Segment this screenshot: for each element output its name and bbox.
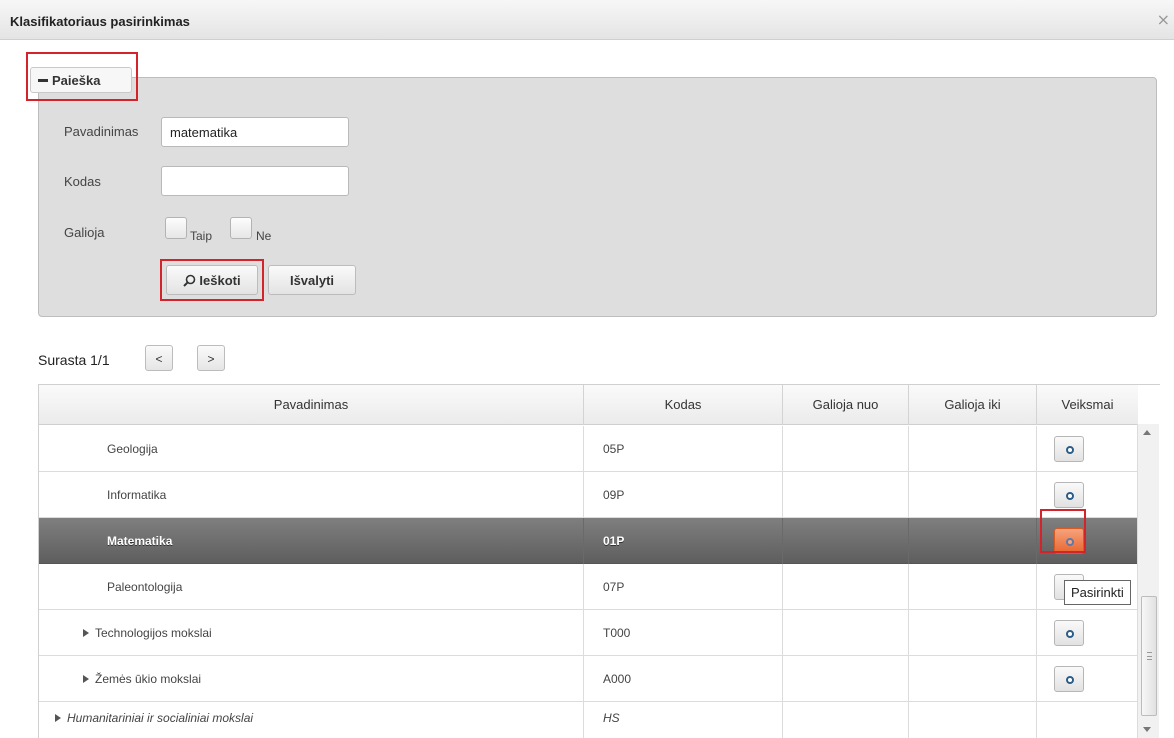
- cell-valid-from: [783, 518, 909, 564]
- header-valid-from[interactable]: Galioja nuo: [783, 385, 909, 425]
- expand-icon[interactable]: [83, 675, 89, 683]
- header-code[interactable]: Kodas: [584, 385, 783, 425]
- valid-yes-checkbox[interactable]: [165, 217, 187, 239]
- cell-valid-from: [783, 610, 909, 656]
- cell-name-text: Technologijos mokslai: [95, 626, 212, 640]
- grid-header: Pavadinimas Kodas Galioja nuo Galioja ik…: [39, 385, 1138, 425]
- name-label: Pavadinimas: [64, 124, 139, 139]
- cell-name: Humanitariniai ir socialiniai mokslai: [39, 702, 584, 738]
- results-grid: Pavadinimas Kodas Galioja nuo Galioja ik…: [38, 384, 1160, 738]
- valid-no-checkbox[interactable]: [230, 217, 252, 239]
- circle-dot-icon: [1066, 676, 1074, 684]
- cell-code: 05P: [584, 426, 783, 472]
- vertical-scrollbar[interactable]: [1137, 424, 1159, 738]
- table-row[interactable]: Technologijos mokslai T000: [39, 610, 1138, 656]
- cell-code: 01P: [584, 518, 783, 564]
- cell-valid-to: [909, 702, 1037, 738]
- scroll-up-icon[interactable]: [1143, 430, 1151, 435]
- circle-dot-icon: [1066, 492, 1074, 500]
- table-row[interactable]: Informatika 09P: [39, 472, 1138, 518]
- valid-no-label: Ne: [256, 229, 272, 243]
- circle-dot-icon: [1066, 446, 1074, 454]
- select-button[interactable]: [1054, 620, 1084, 646]
- prev-page-button[interactable]: <: [145, 345, 173, 371]
- cell-name-text: Žemės ūkio mokslai: [95, 672, 202, 686]
- expand-icon[interactable]: [55, 714, 61, 722]
- cell-name: Žemės ūkio mokslai: [39, 656, 584, 702]
- code-label: Kodas: [64, 174, 101, 189]
- cell-code: T000: [584, 610, 783, 656]
- cell-code: 09P: [584, 472, 783, 518]
- header-name[interactable]: Pavadinimas: [39, 385, 584, 425]
- name-input[interactable]: matematika: [161, 117, 349, 147]
- cell-valid-to: [909, 610, 1037, 656]
- cell-valid-to: [909, 472, 1037, 518]
- action-highlight-box: [1040, 509, 1086, 553]
- search-highlight-box: [160, 259, 264, 301]
- tooltip: Pasirinkti: [1064, 580, 1131, 605]
- valid-yes-label: Taip: [190, 229, 213, 243]
- scroll-down-icon[interactable]: [1143, 727, 1151, 732]
- cell-name: Informatika: [39, 472, 584, 518]
- clear-button[interactable]: Išvalyti: [268, 265, 356, 295]
- cell-code: HS: [584, 702, 783, 738]
- dialog-titlebar: Klasifikatoriaus pasirinkimas ×: [0, 0, 1174, 40]
- cell-valid-from: [783, 426, 909, 472]
- select-button[interactable]: [1054, 436, 1084, 462]
- cell-code: A000: [584, 656, 783, 702]
- code-input[interactable]: [161, 166, 349, 196]
- header-actions: Veiksmai: [1061, 397, 1114, 412]
- valid-label: Galioja: [64, 225, 105, 240]
- cell-name: Geologija: [39, 426, 584, 472]
- cell-code: 07P: [584, 564, 783, 610]
- legend-highlight-box: [26, 52, 138, 101]
- cell-valid-from: [783, 564, 909, 610]
- cell-valid-to: [909, 518, 1037, 564]
- circle-dot-icon: [1066, 630, 1074, 638]
- cell-valid-from: [783, 702, 909, 738]
- scrollbar-thumb[interactable]: [1141, 596, 1157, 716]
- cell-valid-to: [909, 656, 1037, 702]
- table-row[interactable]: Humanitariniai ir socialiniai mokslai HS: [39, 702, 1138, 738]
- select-button[interactable]: [1054, 666, 1084, 692]
- cell-valid-to: [909, 564, 1037, 610]
- table-row-selected[interactable]: Matematika 01P: [39, 518, 1138, 564]
- cell-valid-from: [783, 472, 909, 518]
- cell-name-text: Humanitariniai ir socialiniai mokslai: [67, 711, 254, 725]
- dialog-title: Klasifikatoriaus pasirinkimas: [10, 14, 190, 29]
- table-row[interactable]: Paleontologija 07P: [39, 564, 1138, 610]
- next-page-button[interactable]: >: [197, 345, 225, 371]
- select-button[interactable]: [1054, 482, 1084, 508]
- cell-valid-from: [783, 656, 909, 702]
- cell-name: Technologijos mokslai: [39, 610, 584, 656]
- cell-name: Paleontologija: [39, 564, 584, 610]
- grip-icon: [1147, 652, 1152, 660]
- expand-icon[interactable]: [83, 629, 89, 637]
- cell-name: Matematika: [39, 518, 584, 564]
- table-row[interactable]: Geologija 05P: [39, 426, 1138, 472]
- result-counter: Surasta 1/1: [38, 352, 110, 368]
- close-icon[interactable]: ×: [1157, 10, 1170, 29]
- cell-valid-to: [909, 426, 1037, 472]
- header-valid-to[interactable]: Galioja iki: [909, 385, 1037, 425]
- table-row[interactable]: Žemės ūkio mokslai A000: [39, 656, 1138, 702]
